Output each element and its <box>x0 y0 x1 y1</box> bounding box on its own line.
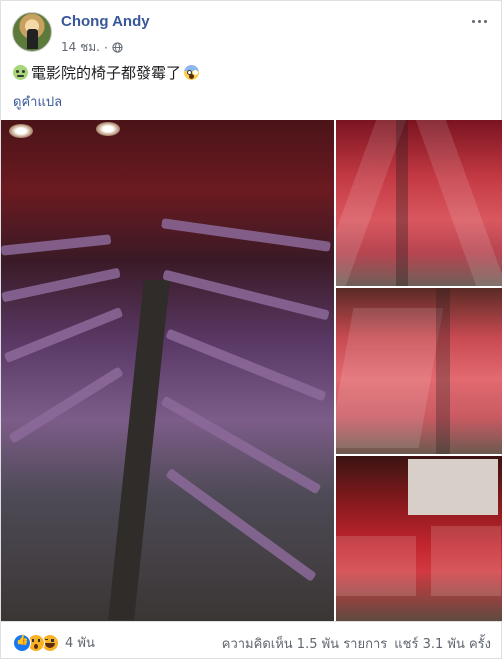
face-screaming-icon <box>184 65 200 80</box>
caption-text: 電影院的椅子都發霉了 <box>31 64 182 82</box>
facebook-post: Chong Andy 14 ชม. · 電影院的椅子都發霉了 ดูคำแปล 👍… <box>0 0 502 659</box>
share-count[interactable]: แชร์ 3.1 พัน ครั้ง <box>394 633 491 654</box>
post-meta: 14 ชม. · <box>61 38 123 57</box>
theater-screen-red-seats-photo[interactable] <box>336 456 502 621</box>
globe-icon <box>112 42 123 53</box>
moldy-purple-cinema-seats-photo[interactable] <box>1 120 334 621</box>
moldy-red-seats-aisle-photo[interactable] <box>336 120 502 286</box>
like-reaction-icon <box>13 633 31 652</box>
see-translation-link[interactable]: ดูคำแปล <box>13 91 62 112</box>
reaction-count[interactable]: 4 พัน <box>65 632 95 653</box>
more-options-icon[interactable] <box>469 11 489 31</box>
post-caption: 電影院的椅子都發霉了 <box>13 62 200 83</box>
post-time[interactable]: 14 ชม. <box>61 38 100 57</box>
post-stats-bar: 4 พัน ความคิดเห็น 1.5 พัน รายการ แชร์ 3.… <box>1 621 502 660</box>
nauseated-face-icon <box>13 65 28 80</box>
avatar[interactable] <box>12 12 52 52</box>
photo-grid <box>1 120 502 621</box>
separator-dot: · <box>103 40 108 55</box>
engagement-counts: ความคิดเห็น 1.5 พัน รายการ แชร์ 3.1 พัน … <box>222 633 491 654</box>
reactions-summary[interactable]: 4 พัน <box>13 632 95 653</box>
post-author[interactable]: Chong Andy <box>61 13 150 30</box>
comment-count[interactable]: ความคิดเห็น 1.5 พัน รายการ <box>222 633 387 654</box>
theater-screen <box>408 459 498 515</box>
red-seats-rows-photo[interactable] <box>336 288 502 454</box>
